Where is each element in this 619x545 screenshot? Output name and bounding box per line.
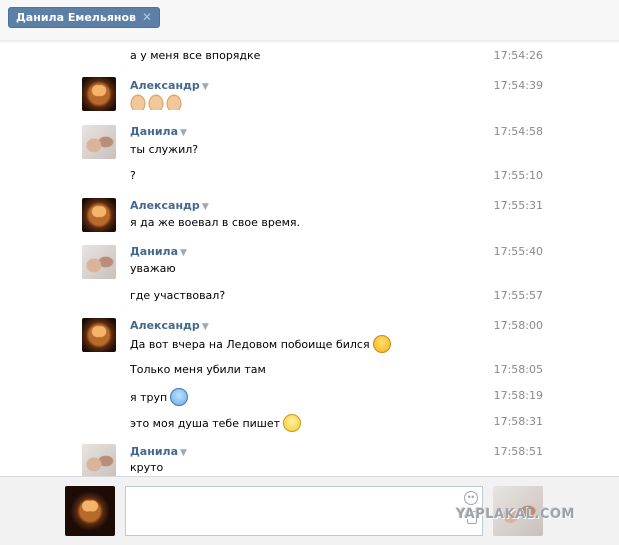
message-time[interactable]: 17:58:05 [494,363,543,376]
avatar-aleksandr[interactable] [82,198,116,232]
message-time[interactable]: 17:58:00 [494,319,543,332]
message-text: Да вот вчера на Ледовом побоище бился [130,335,391,354]
message-time[interactable]: 17:55:40 [494,245,543,258]
message-time[interactable]: 17:58:19 [494,389,543,402]
author-name[interactable]: Александр ▼ [130,199,209,212]
message-input[interactable] [125,486,483,536]
my-avatar[interactable] [65,486,115,536]
message-time[interactable]: 17:54:26 [494,49,543,62]
message-time[interactable]: 17:55:57 [494,289,543,302]
watermark: YAPLAKAL.COM [456,507,575,522]
laugh-emoji-icon [372,335,391,353]
smile-icon[interactable] [464,491,478,505]
avatar-danila[interactable] [82,125,116,159]
message-text: это моя душа тебе пишет [130,414,302,433]
message-text: ты служил? [130,143,199,156]
message-time[interactable]: 17:54:58 [494,125,543,138]
message-text: я труп [130,388,189,407]
message-text: Только меня убили там [130,363,266,376]
message-time[interactable]: 17:55:10 [494,169,543,182]
dialog-tab[interactable]: Данила Емельянов ✕ [8,7,161,28]
message-text: а у меня все впорядке [130,49,261,62]
message-time[interactable]: 17:55:31 [494,199,543,212]
author-name[interactable]: Данила ▼ [130,125,187,138]
message-text: ? [130,169,136,182]
message-text: уважаю [130,262,176,275]
avatar-danila[interactable] [82,245,116,279]
message-time[interactable]: 17:54:39 [494,79,543,92]
avatar-aleksandr[interactable] [82,77,116,111]
shocked-emoji-icon [283,414,302,432]
chevron-down-icon[interactable]: ▼ [202,202,209,212]
chevron-down-icon[interactable]: ▼ [180,248,187,258]
thumbs-up-emoji [148,94,164,110]
message-text: круто [130,461,164,474]
message-text [130,94,184,110]
message-text: где участвовал? [130,289,226,302]
close-icon[interactable]: ✕ [142,8,152,27]
chevron-down-icon[interactable]: ▼ [180,448,187,458]
thumbs-up-emoji [130,94,146,110]
message-time[interactable]: 17:58:31 [494,415,543,428]
scared-emoji-icon [170,388,189,406]
chevron-down-icon[interactable]: ▼ [202,322,209,332]
message-text: я да же воевал в свое время. [130,216,301,229]
author-name[interactable]: Александр ▼ [130,79,209,92]
compose-area: YAPLAKAL.COM [0,476,619,545]
author-name[interactable]: Данила ▼ [130,245,187,258]
avatar-aleksandr[interactable] [82,318,116,352]
message-list[interactable]: а у меня все впорядке 17:54:26 Александр… [0,44,619,476]
author-name[interactable]: Данила ▼ [130,445,187,458]
author-name[interactable]: Александр ▼ [130,319,209,332]
dialog-tab-label: Данила Емельянов [16,11,136,24]
chevron-down-icon[interactable]: ▼ [202,82,209,92]
avatar-danila[interactable] [82,444,116,476]
message-time[interactable]: 17:58:51 [494,445,543,458]
chevron-down-icon[interactable]: ▼ [180,128,187,138]
thumbs-up-emoji [166,94,182,110]
top-bar: Данила Емельянов ✕ [0,0,619,41]
